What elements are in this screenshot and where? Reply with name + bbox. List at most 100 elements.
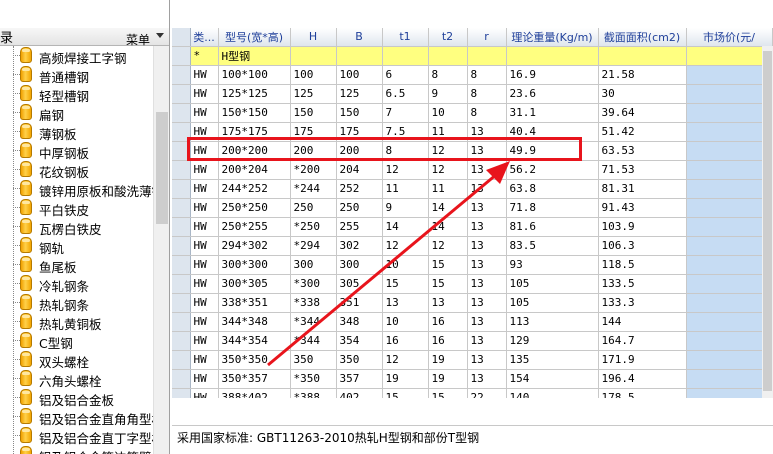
table-cell[interactable]: 16 bbox=[382, 331, 429, 351]
table-cell[interactable] bbox=[686, 217, 773, 237]
table-cell[interactable] bbox=[686, 160, 773, 180]
table-cell[interactable]: 351 bbox=[336, 293, 383, 313]
table-row[interactable]: HW 250*255 *250 255 14 14 13 81.6 103.9 bbox=[172, 217, 773, 237]
table-cell[interactable]: 200*204 bbox=[218, 160, 291, 180]
table-cell[interactable]: 196.4 bbox=[598, 369, 687, 389]
tree-item[interactable]: 普通槽钢 bbox=[0, 65, 153, 85]
table-cell[interactable]: 12 bbox=[382, 350, 429, 370]
table-cell[interactable]: 204 bbox=[336, 160, 383, 180]
table-cell[interactable]: 305 bbox=[336, 274, 383, 294]
row-indicator[interactable] bbox=[172, 255, 191, 275]
table-cell[interactable]: 71.8 bbox=[506, 198, 599, 218]
table-cell[interactable]: 14 bbox=[428, 198, 468, 218]
table-cell[interactable] bbox=[686, 198, 773, 218]
table-cell[interactable]: 16.9 bbox=[506, 65, 599, 85]
table-cell[interactable]: 10 bbox=[382, 312, 429, 332]
table-cell[interactable]: 31.1 bbox=[506, 103, 599, 123]
table-cell[interactable] bbox=[686, 312, 773, 332]
table-cell[interactable]: HW bbox=[190, 312, 219, 332]
table-cell[interactable]: HW bbox=[190, 160, 219, 180]
column-header[interactable]: t1 bbox=[382, 28, 429, 47]
table-row[interactable]: HW 100*100 100 100 6 8 8 16.9 21.58 bbox=[172, 65, 773, 85]
table-cell[interactable]: 10 bbox=[428, 103, 468, 123]
table-row[interactable]: HW 300*300 300 300 10 15 13 93 118.5 bbox=[172, 255, 773, 275]
table-cell[interactable]: 300*305 bbox=[218, 274, 291, 294]
table-cell[interactable]: HW bbox=[190, 388, 219, 398]
table-cell[interactable]: 9 bbox=[428, 84, 468, 104]
tree-item[interactable]: 六角头螺栓 bbox=[0, 369, 153, 389]
table-row[interactable]: HW 344*354 *344 354 16 16 13 129 164.7 bbox=[172, 331, 773, 351]
table-cell[interactable] bbox=[686, 236, 773, 256]
table-cell[interactable]: 19 bbox=[428, 369, 468, 389]
table-cell[interactable]: 350*357 bbox=[218, 369, 291, 389]
tree-item[interactable]: 铝及铝合金板 bbox=[0, 388, 153, 408]
table-cell[interactable]: 63.53 bbox=[598, 141, 687, 161]
column-header[interactable]: H bbox=[290, 28, 337, 47]
table-cell[interactable]: 71.53 bbox=[598, 160, 687, 180]
tree-item[interactable]: 瓦楞白铁皮 bbox=[0, 217, 153, 237]
row-indicator[interactable] bbox=[172, 198, 191, 218]
table-cell[interactable] bbox=[686, 274, 773, 294]
table-cell[interactable]: 12 bbox=[382, 160, 429, 180]
table-cell[interactable]: 91.43 bbox=[598, 198, 687, 218]
table-cell[interactable]: 13 bbox=[467, 312, 507, 332]
column-header[interactable]: r bbox=[467, 28, 507, 47]
tree-item[interactable]: 轻型槽钢 bbox=[0, 84, 153, 104]
new-record-row[interactable]: * H型钢 bbox=[172, 46, 773, 66]
table-row[interactable]: HW 300*305 *300 305 15 15 13 105 133.5 bbox=[172, 274, 773, 294]
table-cell[interactable]: 294*302 bbox=[218, 236, 291, 256]
table-cell[interactable]: 150 bbox=[290, 103, 337, 123]
table-cell[interactable]: 105 bbox=[506, 274, 599, 294]
row-indicator[interactable] bbox=[172, 46, 191, 66]
table-cell[interactable]: 15 bbox=[382, 274, 429, 294]
table-cell[interactable] bbox=[598, 46, 687, 66]
column-header[interactable]: 截面面积(cm2) bbox=[598, 28, 687, 47]
table-cell[interactable]: 150*150 bbox=[218, 103, 291, 123]
table-cell[interactable]: HW bbox=[190, 217, 219, 237]
row-indicator[interactable] bbox=[172, 65, 191, 85]
table-cell[interactable]: 51.42 bbox=[598, 122, 687, 142]
table-cell[interactable]: 13 bbox=[467, 198, 507, 218]
table-cell[interactable] bbox=[336, 46, 383, 66]
table-cell[interactable]: 164.7 bbox=[598, 331, 687, 351]
tree-item[interactable]: 铝及铝合金直角角型材 bbox=[0, 407, 153, 427]
table-cell[interactable] bbox=[686, 103, 773, 123]
table-cell[interactable]: 8 bbox=[467, 103, 507, 123]
tree-item[interactable]: 热轧黄铜板 bbox=[0, 312, 153, 332]
table-cell[interactable]: 13 bbox=[467, 179, 507, 199]
table-cell[interactable]: 56.2 bbox=[506, 160, 599, 180]
table-cell[interactable]: *300 bbox=[290, 274, 337, 294]
table-cell[interactable]: 250*250 bbox=[218, 198, 291, 218]
table-cell[interactable]: 83.5 bbox=[506, 236, 599, 256]
grid-vertical-scrollbar[interactable] bbox=[762, 46, 773, 398]
table-cell[interactable]: 350 bbox=[290, 350, 337, 370]
table-cell[interactable] bbox=[382, 46, 429, 66]
row-indicator[interactable] bbox=[172, 179, 191, 199]
table-cell[interactable]: HW bbox=[190, 103, 219, 123]
table-cell[interactable]: 250 bbox=[336, 198, 383, 218]
table-cell[interactable]: 7 bbox=[382, 103, 429, 123]
table-cell[interactable]: H型钢 bbox=[218, 46, 291, 66]
table-cell[interactable]: 13 bbox=[467, 160, 507, 180]
tree-item[interactable]: 平白铁皮 bbox=[0, 198, 153, 218]
table-cell[interactable]: 15 bbox=[428, 388, 468, 398]
row-indicator[interactable] bbox=[172, 331, 191, 351]
table-cell[interactable]: *350 bbox=[290, 369, 337, 389]
table-cell[interactable]: HW bbox=[190, 274, 219, 294]
table-row[interactable]: HW 294*302 *294 302 12 12 13 83.5 106.3 bbox=[172, 236, 773, 256]
table-cell[interactable]: HW bbox=[190, 369, 219, 389]
table-cell[interactable]: HW bbox=[190, 255, 219, 275]
table-cell[interactable]: 21.58 bbox=[598, 65, 687, 85]
table-cell[interactable]: HW bbox=[190, 198, 219, 218]
table-cell[interactable]: 113 bbox=[506, 312, 599, 332]
table-cell[interactable]: 255 bbox=[336, 217, 383, 237]
table-cell[interactable]: 13 bbox=[382, 293, 429, 313]
table-cell[interactable]: 100*100 bbox=[218, 65, 291, 85]
table-cell[interactable]: 250*255 bbox=[218, 217, 291, 237]
table-cell[interactable]: 300 bbox=[290, 255, 337, 275]
table-cell[interactable]: 244*252 bbox=[218, 179, 291, 199]
table-cell[interactable]: 338*351 bbox=[218, 293, 291, 313]
table-cell[interactable]: 125*125 bbox=[218, 84, 291, 104]
table-cell[interactable] bbox=[686, 388, 773, 398]
table-cell[interactable]: 150 bbox=[336, 103, 383, 123]
